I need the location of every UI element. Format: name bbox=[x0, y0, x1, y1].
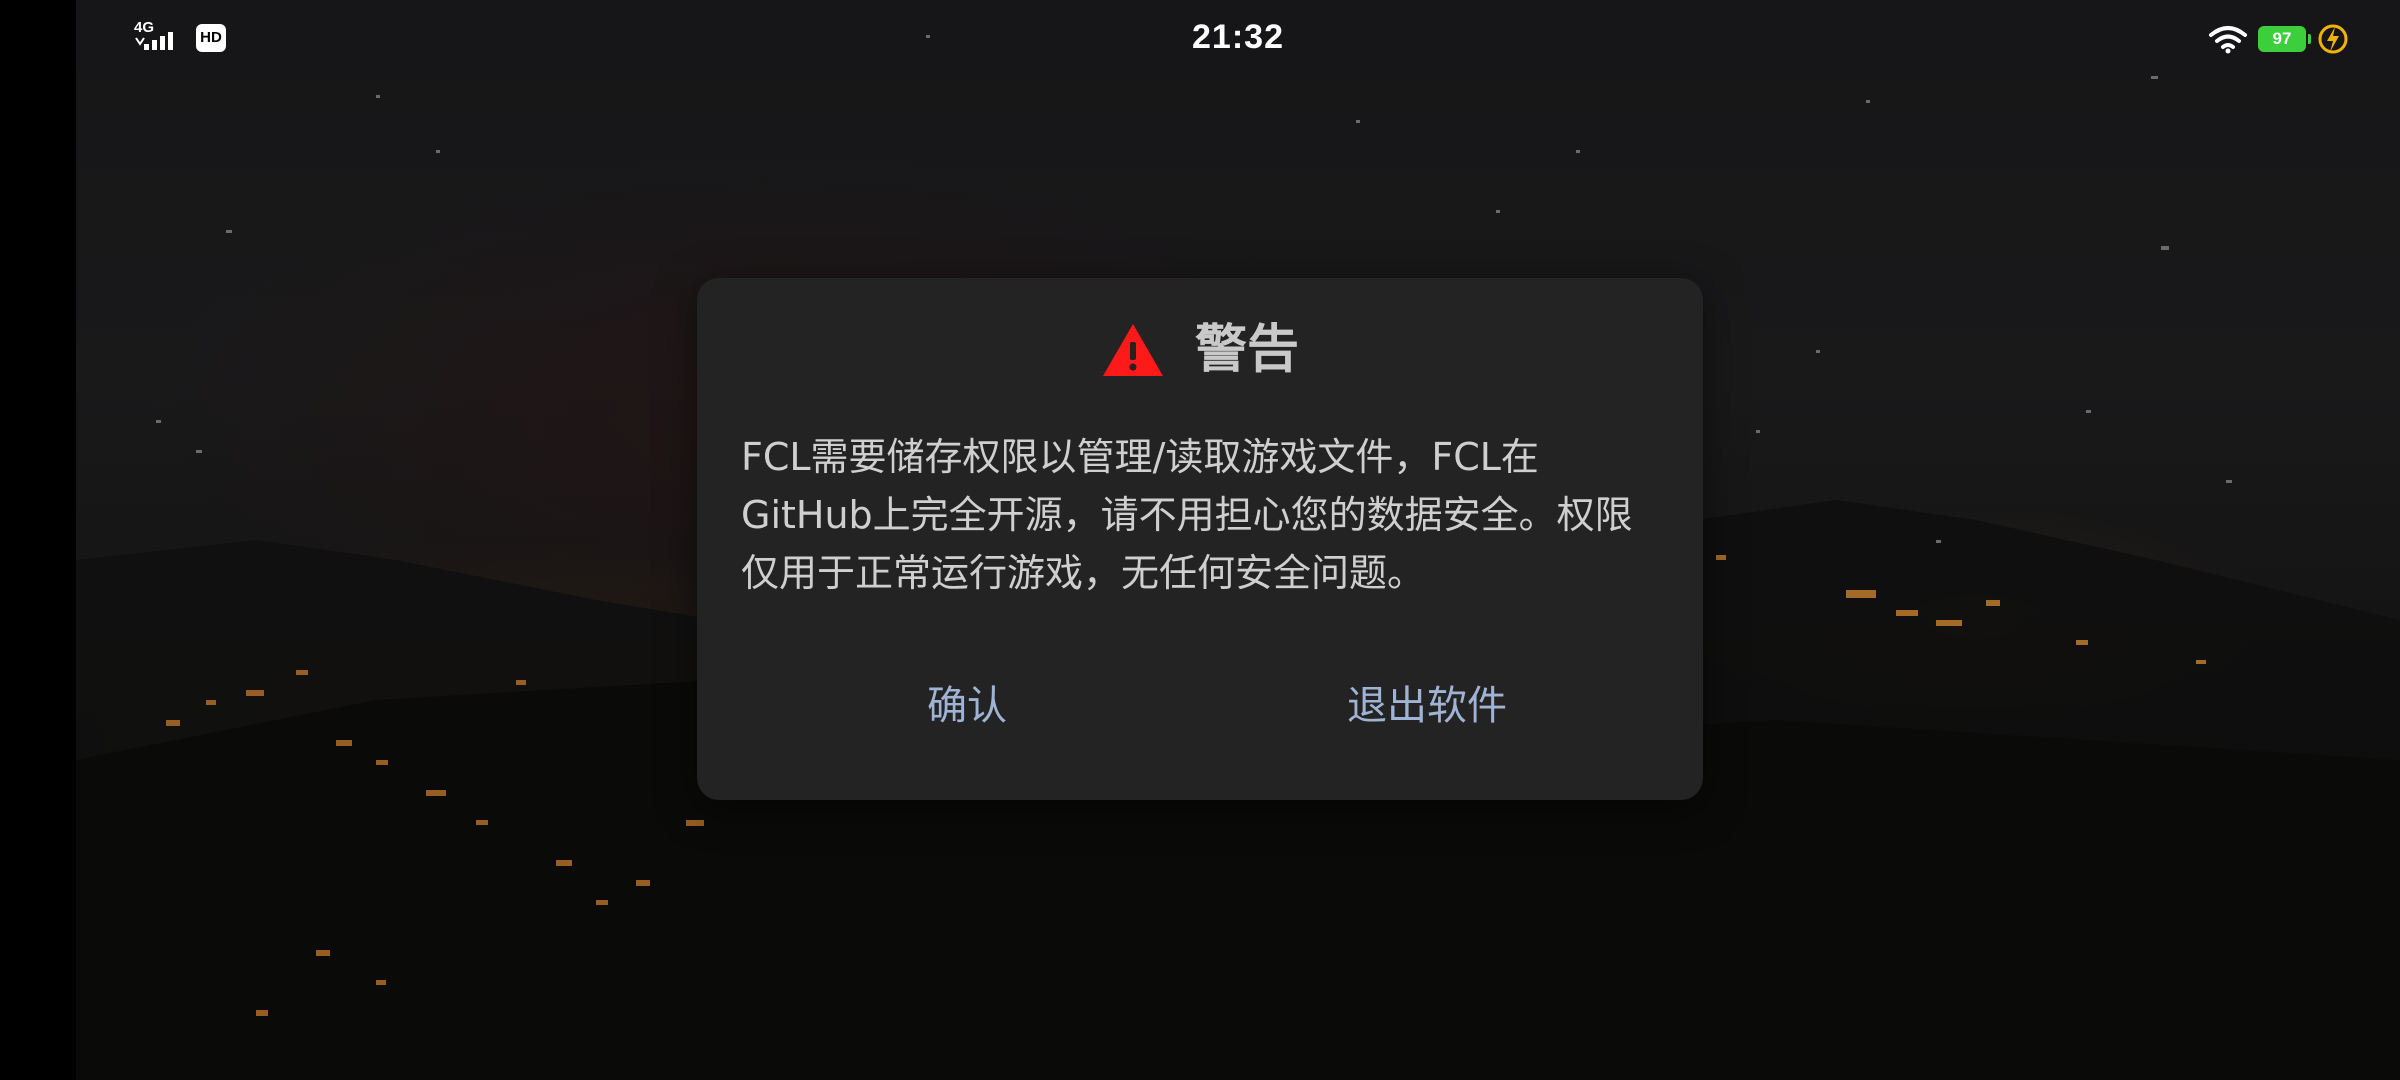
dialog-title: 警告 bbox=[1194, 320, 1299, 380]
status-bar: 4G HD 21:32 97 bbox=[0, 0, 2400, 80]
screen: 4G HD 21:32 97 警告 FCL需要储存权限以管理/读取游戏文件，FC… bbox=[0, 0, 2400, 1080]
charging-bolt-icon bbox=[2318, 24, 2348, 54]
status-bar-right: 97 bbox=[2208, 22, 2350, 56]
dialog-message: FCL需要储存权限以管理/读取游戏文件，FCL在GitHub上完全开源，请不用担… bbox=[741, 435, 1633, 595]
battery-icon: 97 bbox=[2258, 26, 2311, 52]
status-bar-time: 21:32 bbox=[1192, 18, 1284, 56]
exit-app-button[interactable]: 退出软件 bbox=[1297, 670, 1557, 742]
left-inset-strip bbox=[0, 0, 76, 1080]
warning-triangle-icon bbox=[1102, 324, 1163, 376]
dialog-header: 警告 bbox=[697, 320, 1703, 380]
confirm-button[interactable]: 确认 bbox=[877, 670, 1057, 742]
warning-dialog: 警告 FCL需要储存权限以管理/读取游戏文件，FCL在GitHub上完全开源，请… bbox=[697, 278, 1703, 800]
wifi-icon bbox=[2209, 26, 2247, 54]
